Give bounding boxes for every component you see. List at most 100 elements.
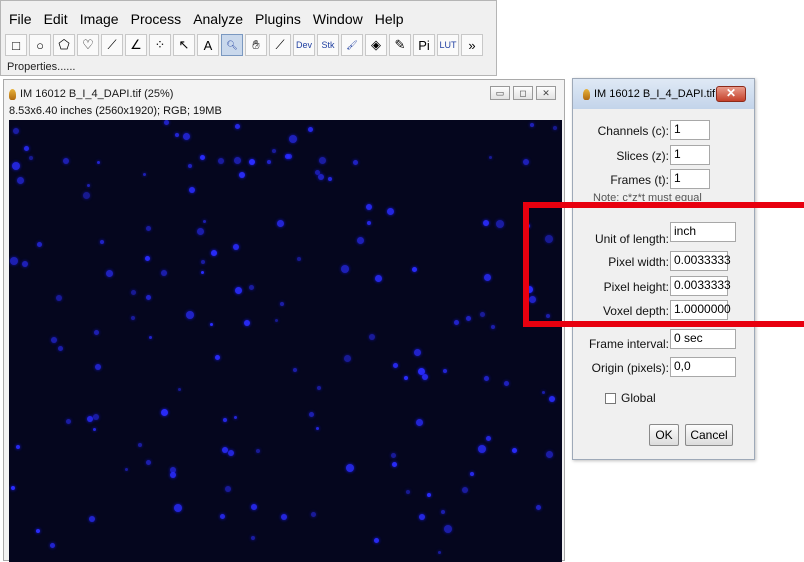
nucleus-spot [235,124,240,129]
menu-analyze[interactable]: Analyze [193,11,243,27]
nucleus-spot [11,486,15,490]
imagej-main-window: File Edit Image Process Analyze Plugins Window… [0,0,497,76]
oval-tool-icon[interactable]: ○ [29,34,51,56]
nucleus-spot [17,177,24,184]
freehand-tool-icon[interactable]: ♡ [77,34,99,56]
nucleus-spot [210,323,213,326]
nucleus-spot [328,177,332,181]
nucleus-spot [496,220,504,228]
nucleus-spot [12,162,20,170]
channels-field[interactable]: 1 [670,120,710,140]
wand-tool-icon[interactable]: ↖ [173,34,195,56]
frames-field[interactable]: 1 [670,169,710,189]
nucleus-spot [287,154,292,159]
pencil-tool-icon[interactable]: ✎ [389,34,411,56]
nucleus-spot [549,396,555,402]
nucleus-spot [138,443,142,447]
ok-button[interactable]: OK [649,424,679,446]
nucleus-spot [277,220,284,227]
nucleus-spot [215,355,220,360]
angle-tool-icon[interactable]: ∠ [125,34,147,56]
menu-help[interactable]: Help [375,11,404,27]
point-tool-icon[interactable]: ⁘ [149,34,171,56]
slices-field[interactable]: 1 [670,145,710,165]
image-canvas[interactable] [9,120,562,562]
nucleus-spot [251,536,255,540]
menu-process[interactable]: Process [131,11,182,27]
nucleus-spot [63,158,69,164]
nucleus-spot [24,146,29,151]
nucleus-spot [391,453,396,458]
more-tools-icon[interactable]: » [461,34,483,56]
nucleus-spot [317,386,321,390]
nucleus-spot [366,204,372,210]
nucleus-spot [512,448,517,453]
nucleus-spot [201,260,205,264]
close-icon[interactable]: ✕ [536,86,556,100]
nucleus-spot [197,228,204,235]
fill-tool-icon[interactable]: ◈ [365,34,387,56]
nucleus-spot [189,187,195,193]
dropper-tool-icon[interactable]: ⟋ [269,34,291,56]
nucleus-spot [422,374,428,380]
nucleus-spot [367,221,371,225]
nucleus-spot [419,514,425,520]
nucleus-spot [542,391,545,394]
origin-field[interactable]: 0,0 [670,357,736,377]
menu-bar: File Edit Image Process Analyze Plugins Window… [9,11,404,27]
nucleus-spot [375,275,382,282]
frame-interval-label: Frame interval: [588,337,669,351]
nucleus-spot [125,468,128,471]
minimize-icon[interactable]: ▭ [490,86,510,100]
nucleus-spot [50,543,55,548]
nucleus-spot [244,320,250,326]
image-window-title: IM 16012 B_I_4_DAPI.tif (25%) [9,88,173,100]
nucleus-spot [412,267,417,272]
cancel-button[interactable]: Cancel [685,424,733,446]
nucleus-spot [36,529,40,533]
nucleus-spot [170,472,176,478]
magnifier-tool-icon[interactable]: 🔍︎ [221,34,243,56]
dialog-close-button[interactable]: ✕ [716,86,746,102]
nucleus-spot [211,250,217,256]
line-tool-icon[interactable]: ⟋ [101,34,123,56]
global-checkbox[interactable] [605,392,616,404]
lut-tool-icon[interactable]: LUT [437,34,459,56]
nucleus-spot [478,445,486,453]
nucleus-spot [203,220,206,223]
nucleus-spot [201,271,204,274]
channels-row: Channels (c): 1 [573,120,754,144]
nucleus-spot [93,428,96,431]
nucleus-spot [251,504,257,510]
menu-image[interactable]: Image [80,11,119,27]
maximize-icon[interactable]: ◻ [513,86,533,100]
nucleus-spot [404,376,408,380]
nucleus-spot [186,311,194,319]
nucleus-spot [272,149,276,153]
nucleus-spot [87,184,90,187]
hand-tool-icon[interactable]: ✋︎ [245,34,267,56]
dev-tool-icon[interactable]: Dev [293,34,315,56]
menu-edit[interactable]: Edit [44,11,68,27]
nucleus-spot [491,325,495,329]
pick-tool-icon[interactable]: Pi [413,34,435,56]
nucleus-spot [222,447,228,453]
nucleus-spot [146,295,151,300]
brush-tool-icon[interactable]: 🖌︎ [341,34,363,56]
nucleus-spot [89,516,95,522]
nucleus-spot [178,388,181,391]
text-tool-icon[interactable]: A [197,34,219,56]
nucleus-spot [357,237,364,244]
frames-label: Frames (t): [610,173,669,187]
nucleus-spot [87,416,93,422]
polygon-tool-icon[interactable]: ⬠ [53,34,75,56]
frame-interval-field[interactable]: 0 sec [670,329,736,349]
nucleus-spot [387,208,394,215]
menu-window[interactable]: Window [313,11,363,27]
menu-file[interactable]: File [9,11,32,27]
global-option[interactable]: Global [605,391,656,405]
rectangle-tool-icon[interactable]: □ [5,34,27,56]
stk-tool-icon[interactable]: Stk [317,34,339,56]
menu-plugins[interactable]: Plugins [255,11,301,27]
dimension-note: Note: c*z*t must equal [593,192,702,201]
